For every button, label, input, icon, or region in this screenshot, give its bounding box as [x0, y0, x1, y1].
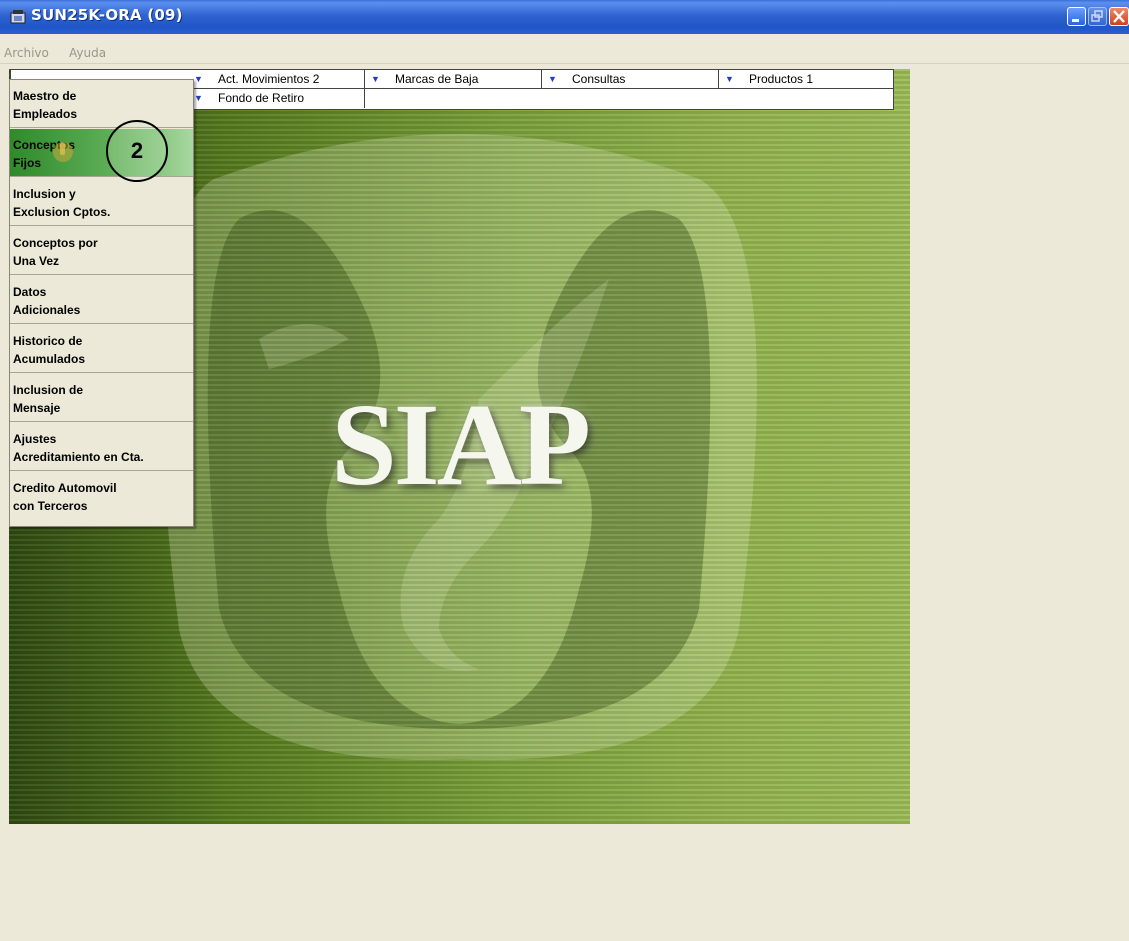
hand-cursor-icon — [53, 142, 73, 162]
app-icon — [10, 10, 26, 24]
dropdown-arrow-icon: ▼ — [548, 74, 557, 84]
dropdown-arrow-icon: ▼ — [194, 74, 203, 84]
close-icon — [1113, 10, 1125, 23]
dropdown-arrow-icon: ▼ — [194, 93, 203, 103]
tab-fondo-de-retiro[interactable]: ▼ Fondo de Retiro — [188, 89, 365, 108]
menu-item-datos-adicionales[interactable]: Datos Adicionales — [10, 276, 193, 324]
tab-marcas-de-baja[interactable]: ▼ Marcas de Baja — [365, 70, 542, 89]
close-button[interactable] — [1109, 7, 1129, 26]
menu-item-conceptos-por-una-vez[interactable]: Conceptos por Una Vez — [10, 227, 193, 275]
minimize-button[interactable] — [1067, 7, 1086, 26]
menu-item-historico-de-acumulados[interactable]: Historico de Acumulados — [10, 325, 193, 373]
tab-consultas[interactable]: ▼ Consultas — [542, 70, 719, 89]
window-title: SUN25K-ORA (09) — [31, 6, 183, 24]
menu-item-ajustes-acreditamiento[interactable]: Ajustes Acreditamiento en Cta. — [10, 423, 193, 471]
window-titlebar[interactable]: SUN25K-ORA (09) — [0, 0, 1129, 34]
maximize-button[interactable] — [1088, 7, 1107, 26]
dropdown-arrow-icon: ▼ — [371, 74, 380, 84]
menu-item-inclusion-de-mensaje[interactable]: Inclusion de Mensaje — [10, 374, 193, 422]
minimize-icon — [1072, 19, 1079, 22]
menu-item-maestro-de-empleados[interactable]: Maestro de Empleados — [10, 80, 193, 128]
step-callout: 2 — [106, 120, 168, 182]
restore-icon — [1091, 10, 1103, 22]
tab-act-movimientos-2[interactable]: ▼ Act. Movimientos 2 — [188, 70, 365, 89]
dropdown-arrow-icon: ▼ — [725, 74, 734, 84]
menu-ayuda[interactable]: Ayuda — [69, 46, 106, 60]
menu-archivo[interactable]: Archivo — [4, 46, 49, 60]
menu-item-credito-automovil[interactable]: Credito Automovil con Terceros — [10, 472, 193, 520]
menu-item-inclusion-exclusion-cptos[interactable]: Inclusion y Exclusion Cptos. — [10, 178, 193, 226]
tab-productos-1[interactable]: ▼ Productos 1 — [719, 70, 893, 89]
menu-bar: Archivo Ayuda — [0, 43, 1129, 64]
